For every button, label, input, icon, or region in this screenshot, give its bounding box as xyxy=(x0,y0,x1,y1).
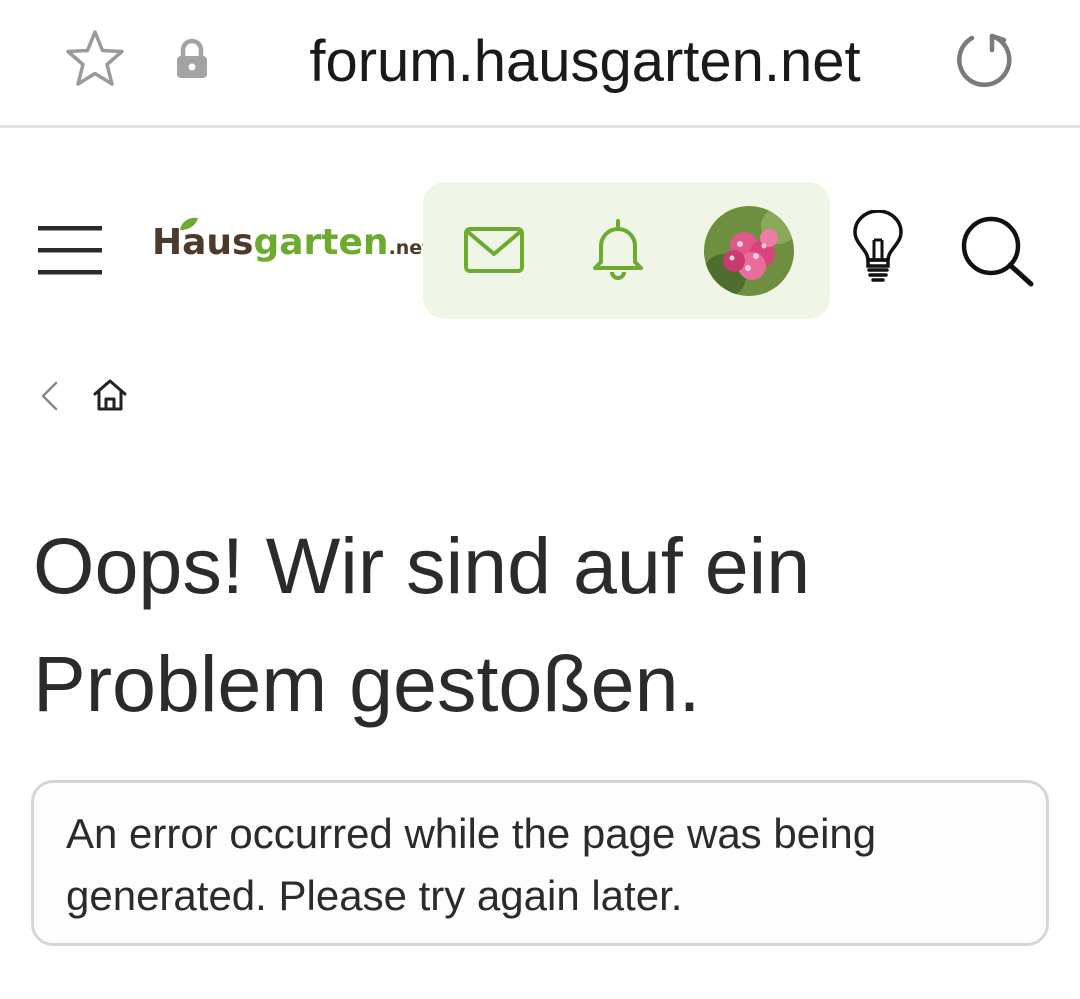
flower-avatar-image xyxy=(704,206,794,296)
logo-text-haus: Haus xyxy=(152,222,254,263)
star-icon[interactable] xyxy=(64,28,126,90)
user-panel xyxy=(423,182,830,319)
leaf-icon xyxy=(180,217,198,230)
error-block: An error occurred while the page was bei… xyxy=(31,780,1049,946)
hamburger-menu-icon[interactable] xyxy=(36,220,104,280)
lightbulb-icon[interactable] xyxy=(850,210,906,284)
mail-icon[interactable] xyxy=(463,226,525,274)
error-message: An error occurred while the page was bei… xyxy=(66,810,877,919)
lock-icon xyxy=(177,38,207,78)
logo-text-garten: garten xyxy=(253,222,389,263)
reload-icon[interactable] xyxy=(952,28,1016,92)
page-title: Oops! Wir sind auf ein Problem gestoßen. xyxy=(33,521,811,728)
site-logo[interactable]: Hausgarten.net xyxy=(152,217,431,278)
chevron-left-icon[interactable] xyxy=(38,380,62,412)
bell-icon[interactable] xyxy=(589,216,647,282)
user-avatar[interactable] xyxy=(704,206,794,296)
url-text[interactable]: forum.hausgarten.net xyxy=(220,22,950,102)
browser-url-bar: forum.hausgarten.net xyxy=(0,0,1080,128)
home-icon[interactable] xyxy=(92,378,128,412)
search-icon[interactable] xyxy=(958,214,1036,288)
